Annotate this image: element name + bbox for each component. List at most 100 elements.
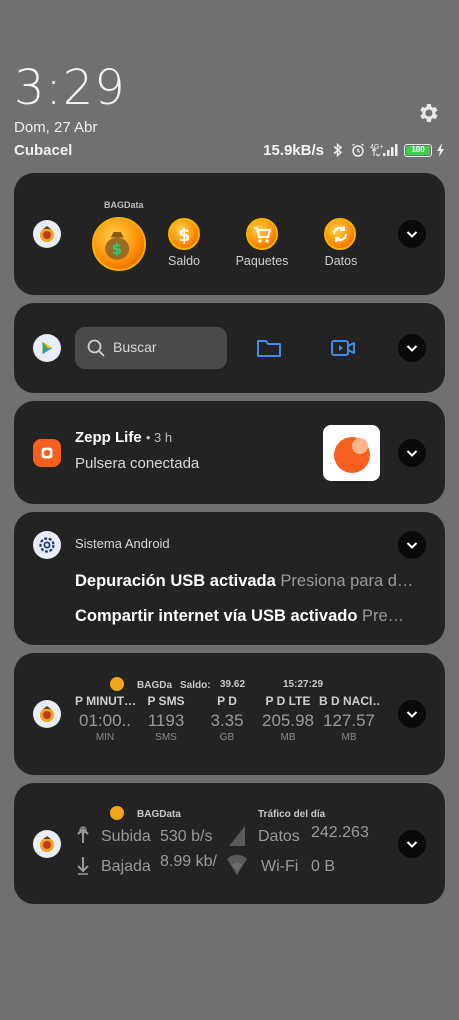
saldo-label[interactable]: Saldo bbox=[159, 254, 209, 268]
stat-value: 01:00.. bbox=[79, 711, 131, 730]
stat-unit: MIN bbox=[95, 732, 115, 743]
stat-value: 3.35 bbox=[210, 711, 244, 730]
download-arrow-icon bbox=[76, 855, 90, 875]
bagda-small-icon bbox=[110, 677, 124, 691]
bagdata-app-name: BAGData bbox=[104, 200, 144, 210]
stat-value: 127.57 bbox=[323, 711, 375, 730]
stats-clock: 15:27:29 bbox=[283, 679, 324, 690]
charging-icon bbox=[436, 142, 445, 158]
search-icon bbox=[87, 339, 105, 357]
usb-tethering-subtitle: Pre… bbox=[362, 607, 405, 625]
money-bag-icon[interactable]: $ bbox=[92, 217, 146, 271]
settings-icon[interactable] bbox=[416, 101, 440, 125]
chevron-down-icon bbox=[406, 841, 418, 848]
expand-button[interactable] bbox=[398, 700, 426, 728]
notification-bagdata-shortcuts[interactable]: BAGData $ $ Saldo Paquetes Datos bbox=[14, 173, 445, 295]
chevron-down-icon bbox=[406, 542, 418, 549]
expand-button[interactable] bbox=[398, 830, 426, 858]
notification-time: • 3 h bbox=[145, 430, 173, 445]
battery-level: 100 bbox=[406, 145, 430, 155]
chevron-down-icon bbox=[406, 711, 418, 718]
upload-arrow-icon bbox=[76, 825, 90, 845]
svg-text:$: $ bbox=[112, 241, 122, 258]
bluetooth-icon bbox=[330, 142, 346, 158]
download-value: 8.99 kb/ bbox=[160, 853, 217, 870]
notification-bagda-stats[interactable]: BAGDa Saldo: 39.62 15:27:29 P MINUT… 01:… bbox=[14, 653, 445, 775]
folder-icon[interactable] bbox=[256, 336, 282, 360]
mobile-data-value: 242.263 bbox=[311, 824, 369, 841]
usb-tethering-title: Compartir internet vía USB activado bbox=[75, 607, 358, 625]
search-input[interactable]: Buscar bbox=[75, 327, 227, 369]
stat-data: P D 3.35 GB bbox=[197, 694, 257, 743]
expand-button[interactable] bbox=[398, 220, 426, 248]
stat-data-national: B D NACI… 127.57 MB bbox=[319, 694, 379, 743]
network-type: 4G+ bbox=[370, 144, 383, 151]
usb-debugging-notification[interactable]: Depuración USB activada Presiona para d… bbox=[75, 572, 425, 591]
saldo-value: 39.62 bbox=[220, 679, 246, 690]
chevron-down-icon bbox=[406, 345, 418, 352]
expand-button[interactable] bbox=[398, 334, 426, 362]
datos-label[interactable]: Datos bbox=[316, 254, 366, 268]
chevron-down-icon bbox=[406, 231, 418, 238]
svg-text:$: $ bbox=[178, 225, 191, 246]
video-icon[interactable] bbox=[330, 336, 356, 360]
carrier-name: Cubacel bbox=[14, 142, 73, 159]
sync-coin-icon[interactable] bbox=[324, 218, 356, 250]
clock[interactable]: 3:29 bbox=[14, 60, 126, 116]
daily-traffic-label: Tráfico del día bbox=[258, 809, 326, 820]
saldo-label: Saldo: bbox=[180, 680, 211, 691]
bagdata-app-icon bbox=[33, 830, 61, 858]
android-app-name: Sistema Android bbox=[75, 536, 170, 551]
notification-traffic[interactable]: BAGData Tráfico del día Subida 530 b/s B… bbox=[14, 783, 445, 904]
bagdata-app-name: BAGData bbox=[137, 809, 181, 820]
paquetes-label[interactable]: Paquetes bbox=[232, 254, 292, 268]
network-speed: 15.9kB/s bbox=[263, 141, 324, 159]
stat-minutes: P MINUT… 01:00.. MIN bbox=[75, 694, 135, 743]
stat-value: 1193 bbox=[147, 711, 185, 730]
stat-data-lte: P D LTE 205.98 MB bbox=[258, 694, 318, 743]
expand-button[interactable] bbox=[398, 439, 426, 467]
wifi-label: Wi-Fi bbox=[261, 858, 299, 875]
zepp-app-icon bbox=[33, 439, 61, 467]
stat-header: P D LTE bbox=[265, 694, 311, 708]
stat-unit: GB bbox=[219, 732, 235, 743]
upload-value: 530 b/s bbox=[160, 828, 213, 845]
alarm-icon bbox=[350, 142, 366, 158]
notification-zepp-life[interactable]: Zepp Life • 3 h Pulsera conectada bbox=[14, 401, 445, 504]
wifi-icon bbox=[226, 853, 248, 879]
download-label: Bajada bbox=[101, 858, 151, 875]
battery-icon: 100 bbox=[404, 143, 432, 157]
stat-unit: MB bbox=[341, 732, 357, 743]
date[interactable]: Dom, 27 Abr bbox=[14, 119, 97, 136]
usb-tethering-notification[interactable]: Compartir internet vía USB activado Pre… bbox=[75, 607, 425, 626]
status-header: 3:29 Dom, 27 Abr Cubacel 15.9kB/s 4G+ 10… bbox=[0, 0, 459, 170]
signal-icon: 4G+ bbox=[370, 142, 400, 158]
dollar-coin-icon[interactable]: $ bbox=[168, 218, 200, 250]
stat-header: P MINUT… bbox=[75, 694, 135, 708]
notification-title: Zepp Life • 3 h bbox=[75, 429, 172, 446]
notification-search-widget[interactable]: Buscar bbox=[14, 303, 445, 393]
mobile-data-label: Datos bbox=[258, 828, 300, 845]
zepp-app-name: Zepp Life bbox=[75, 429, 142, 446]
notification-android-system[interactable]: Sistema Android Depuración USB activada … bbox=[14, 512, 445, 645]
bagda-app-name: BAGDa bbox=[137, 680, 173, 691]
stat-header: B D NACI… bbox=[319, 694, 379, 708]
usb-debugging-title: Depuración USB activada bbox=[75, 572, 276, 590]
expand-button[interactable] bbox=[398, 531, 426, 559]
stat-unit: SMS bbox=[155, 732, 177, 743]
stat-header: P D bbox=[217, 694, 237, 708]
stat-sms: P SMS 1193 SMS bbox=[136, 694, 196, 743]
wifi-value: 0 B bbox=[311, 858, 336, 875]
bagdata-app-icon bbox=[33, 220, 61, 248]
stat-value: 205.98 bbox=[262, 711, 314, 730]
search-placeholder: Buscar bbox=[113, 339, 157, 355]
zepp-logo-thumbnail bbox=[323, 425, 380, 481]
cart-coin-icon[interactable] bbox=[246, 218, 278, 250]
play-store-icon bbox=[33, 334, 61, 362]
bagdata-app-icon bbox=[33, 700, 61, 728]
cellular-signal-icon bbox=[227, 824, 247, 848]
stat-header: P SMS bbox=[147, 694, 185, 708]
usb-debugging-subtitle: Presiona para d… bbox=[280, 572, 414, 590]
notification-text: Pulsera conectada bbox=[75, 455, 200, 472]
android-system-icon bbox=[33, 531, 61, 559]
